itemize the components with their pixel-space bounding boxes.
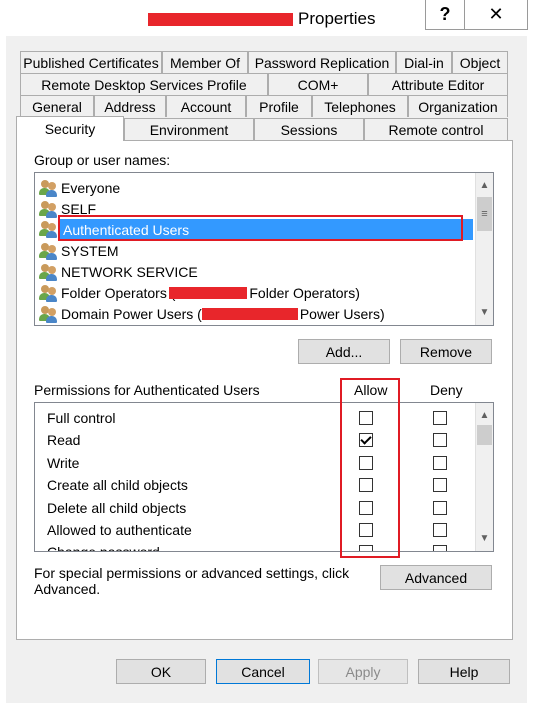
tab-published-certificates[interactable]: Published Certificates [20,51,162,73]
annotation-highlight-allow-column [340,378,400,558]
tab-remote-control[interactable]: Remote control [364,118,508,140]
tab-security[interactable]: Security [16,116,124,141]
list-item-folder-operators[interactable]: Folder Operators ( Folder Operators) [39,282,360,303]
deny-read-checkbox[interactable] [433,433,447,447]
redaction [169,286,248,299]
apply-button[interactable]: Apply [318,659,408,684]
advanced-hint-line1: For special permissions or advanced sett… [34,565,350,581]
group-icon [39,263,59,281]
group-icon [39,179,59,197]
list-item-label: NETWORK SERVICE [61,263,198,280]
permission-write: Write [47,455,80,471]
tab-dial-in[interactable]: Dial-in [396,51,452,73]
cancel-button[interactable]: Cancel [216,659,310,684]
deny-authenticate-checkbox[interactable] [433,523,447,537]
advanced-hint-line2: Advanced. [34,581,101,597]
list-item-label: Everyone [61,179,121,196]
tab-remote-desktop-services-profile[interactable]: Remote Desktop Services Profile [20,73,268,95]
remove-button[interactable]: Remove [400,339,492,364]
list-item-label-suffix: Folder Operators) [249,284,360,301]
deny-change-password-checkbox[interactable] [433,545,447,551]
group-icon [39,305,59,323]
close-button[interactable]: ✕ [464,0,528,30]
deny-delete-child-checkbox[interactable] [433,501,447,515]
tab-password-replication[interactable]: Password Replication [248,51,396,73]
close-icon: ✕ [488,4,504,24]
annotation-highlight-selected-user [58,215,463,241]
tab-telephones[interactable]: Telephones [312,95,408,117]
group-list-scrollbar[interactable]: ▲ ≡ ▼ [475,173,493,325]
redaction [201,307,298,320]
tab-member-of[interactable]: Member Of [162,51,248,73]
permission-read: Read [47,432,81,448]
tab-attribute-editor[interactable]: Attribute Editor [368,73,508,95]
advanced-button[interactable]: Advanced [380,565,492,590]
scroll-down-icon[interactable]: ▼ [476,530,493,547]
group-icon [39,242,59,260]
permissions-scrollbar[interactable]: ▲ ▼ [475,403,493,551]
tab-account[interactable]: Account [166,95,246,117]
list-item-system[interactable]: SYSTEM [39,240,119,261]
scroll-down-icon[interactable]: ▼ [476,304,493,321]
list-item-label-prefix: Folder Operators ( [61,284,176,301]
permissions-label: Permissions for Authenticated Users [34,382,260,398]
tab-object[interactable]: Object [452,51,508,73]
tab-profile[interactable]: Profile [246,95,312,117]
permissions-list[interactable]: Full control Read Write Create all child… [34,402,494,552]
tab-general[interactable]: General [20,95,94,117]
help-icon: ? [439,4,451,24]
tab-sessions[interactable]: Sessions [254,118,364,140]
deny-create-child-checkbox[interactable] [433,478,447,492]
tab-environment[interactable]: Environment [124,118,254,140]
list-item-label-prefix: Domain Power Users ( [61,305,202,322]
permission-delete-child: Delete all child objects [47,500,187,516]
deny-column-header: Deny [430,382,463,398]
permission-full-control: Full control [47,410,116,426]
deny-write-checkbox[interactable] [433,456,447,470]
window-title: Properties [298,9,376,28]
scroll-up-icon[interactable]: ▲ [476,407,493,424]
title-redaction [148,13,293,26]
permission-create-child: Create all child objects [47,477,188,493]
group-names-list[interactable]: Everyone SELF Authenticated Users SYSTEM… [34,172,494,326]
deny-full-control-checkbox[interactable] [433,411,447,425]
list-item-everyone[interactable]: Everyone [39,177,120,198]
group-icon [39,284,59,302]
group-names-label: Group or user names: [34,152,171,168]
advanced-hint-text: For special permissions or advanced sett… [34,565,349,597]
scroll-up-icon[interactable]: ▲ [476,177,493,194]
scroll-thumb[interactable] [477,425,492,445]
list-item-network-service[interactable]: NETWORK SERVICE [39,261,198,282]
permission-allowed-to-authenticate: Allowed to authenticate [47,522,192,538]
tab-com-plus[interactable]: COM+ [268,73,368,95]
tab-address[interactable]: Address [94,95,166,117]
list-item-label: SYSTEM [61,242,119,259]
list-item-domain-power-users[interactable]: Domain Power Users ( Power Users) [39,303,385,324]
group-icon [39,200,59,218]
scroll-thumb[interactable]: ≡ [477,197,492,231]
help-title-button[interactable]: ? [425,0,465,30]
help-button[interactable]: Help [418,659,510,684]
ok-button[interactable]: OK [116,659,206,684]
permission-change-password: Change password [47,544,160,552]
tab-organization[interactable]: Organization [408,95,508,117]
add-button[interactable]: Add... [298,339,390,364]
list-item-label-suffix: Power Users) [299,305,385,322]
